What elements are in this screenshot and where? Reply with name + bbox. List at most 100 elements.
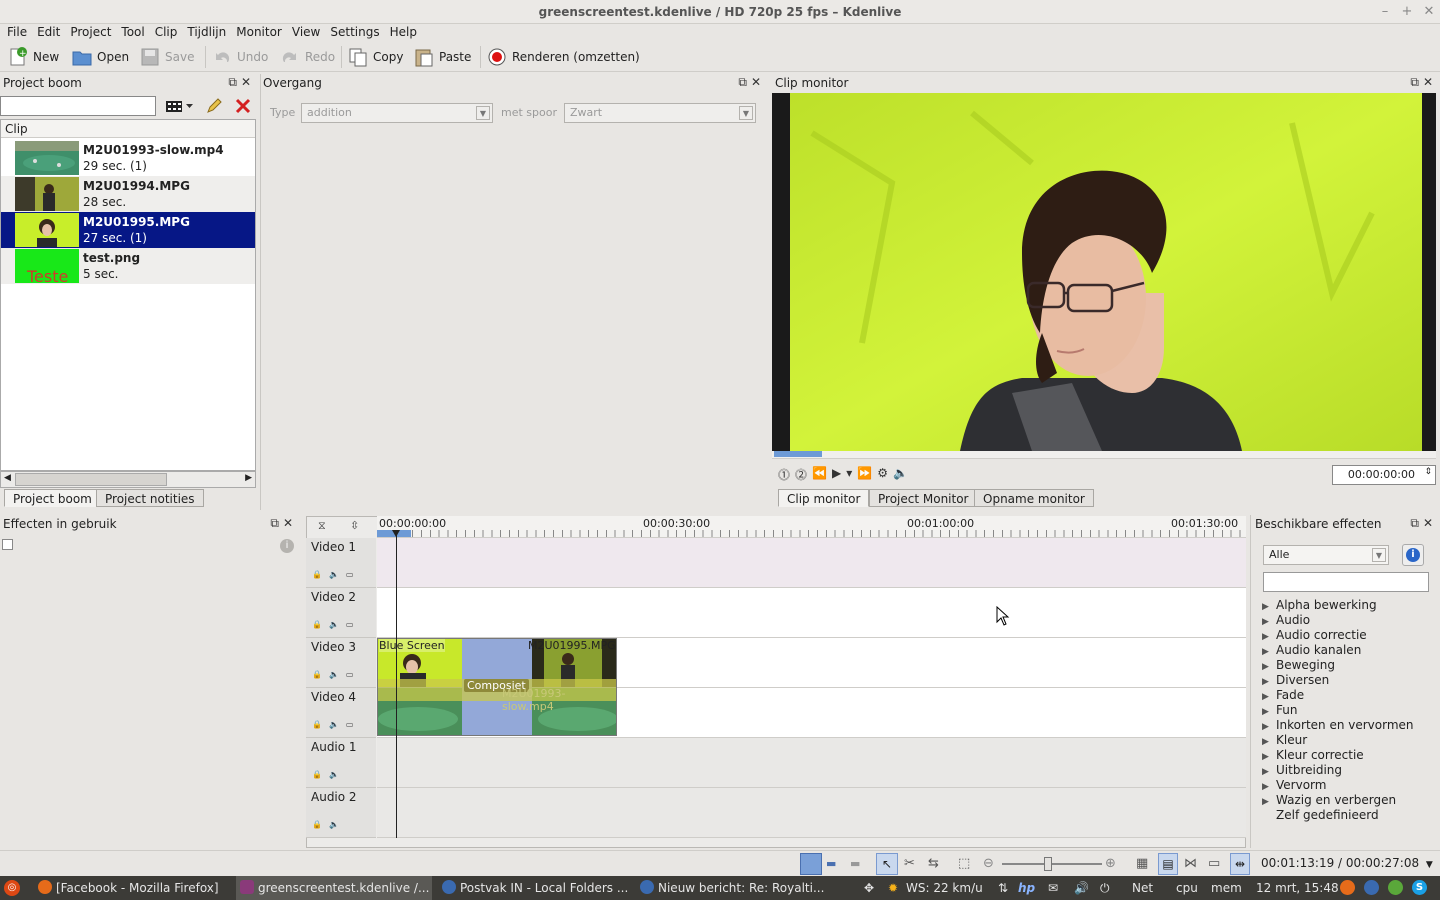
status-timecode[interactable]: 00:01:13:19 / 00:00:27:08 ▼ [1261,856,1433,870]
edit-clip-icon[interactable] [205,97,223,115]
track-header-video-4[interactable]: Video 4 🔒🔈▭ [306,688,376,738]
paste-button[interactable]: Paste [414,46,471,68]
effect-category[interactable]: ▶ Audio kanalen [1262,643,1414,658]
rewind-icon[interactable]: ⏪ [812,466,827,484]
scroll-left-icon[interactable]: ◀ [4,473,11,483]
undo-button[interactable]: Undo [212,46,268,68]
track-lock-mute-icons[interactable]: 🔒🔈 [312,770,346,779]
track-mode-insert-icon[interactable]: ▬ [850,857,860,870]
dropbox-icon[interactable]: ✥ [864,876,874,900]
menu-file[interactable]: File [2,24,32,40]
show-thumbnails-icon[interactable]: ▦ [1136,856,1148,871]
set-zone-start-icon[interactable]: ⓵ [778,466,790,484]
expand-tracks-icon[interactable]: ⇳ [350,519,359,532]
track-mode-overwrite-icon[interactable]: ▬ [826,857,836,870]
zoom-out-icon[interactable]: ⊖ [983,856,994,871]
tab-project-monitor[interactable]: Project Monitor [869,489,978,507]
menu-help[interactable]: Help [385,24,422,40]
copy-button[interactable]: Copy [348,46,403,68]
show-markers-icon[interactable]: ⋈ [1184,856,1197,871]
open-button[interactable]: Open [72,46,129,68]
tab-opname-monitor[interactable]: Opname monitor [974,489,1094,507]
transition-type-select[interactable]: addition ▼ [301,103,493,123]
snap-toggle-icon[interactable]: ⇹ [1230,853,1250,875]
mail-icon[interactable]: ✉ [1048,876,1058,900]
track-video-2[interactable] [377,588,1246,638]
volume-icon[interactable]: 🔈 [893,466,908,484]
scroll-right-icon[interactable]: ▶ [245,473,252,483]
effect-category[interactable]: ▶ Beweging [1262,658,1414,673]
track-video-1[interactable] [377,538,1246,588]
track-lock-mute-icons[interactable]: 🔒🔈 [312,820,346,829]
monitor-settings-icon[interactable]: ⚙ [877,466,888,484]
effect-info-button[interactable]: i [1402,544,1424,566]
firefox-launcher-icon[interactable] [1340,880,1355,895]
effect-search-input[interactable] [1263,572,1429,592]
effect-enable-checkbox[interactable] [2,539,13,550]
effect-category[interactable]: ▶ Inkorten en vervormen [1262,718,1414,733]
razor-tool-icon[interactable]: ✂ [904,856,915,871]
track-audio-2[interactable] [377,788,1246,838]
render-button[interactable]: Renderen (omzetten) [487,46,640,68]
taskbar-item-thunderbird[interactable]: Postvak IN - Local Folders ... [438,876,634,900]
playhead[interactable] [396,530,397,838]
effect-category[interactable]: ▶ Kleur correctie [1262,748,1414,763]
thunderbird-launcher-icon[interactable] [1364,880,1379,895]
zoom-slider[interactable] [1002,857,1102,871]
panel-float-close-icons[interactable]: ⧉✕ [1410,516,1437,531]
menu-tool[interactable]: Tool [116,24,149,40]
track-lock-mute-hide-icons[interactable]: 🔒🔈▭ [312,670,360,679]
timeline-ruler[interactable]: 00:00:00:00 00:00:30:00 00:01:00:00 00:0… [377,516,1246,538]
timecode-spin-icon[interactable]: ⇕ [1424,467,1432,477]
menu-monitor[interactable]: Monitor [231,24,287,40]
taskbar-item-firefox[interactable]: [Facebook - Mozilla Firefox] [34,876,230,900]
effect-category[interactable]: ▶ Uitbreiding [1262,763,1414,778]
tab-clip-monitor[interactable]: Clip monitor [778,489,870,507]
menu-edit[interactable]: Edit [32,24,65,40]
hp-printer-icon[interactable]: hp [1018,876,1035,900]
effect-category[interactable]: ▶ Alpha bewerking [1262,598,1414,613]
taskbar-item-kdenlive[interactable]: greenscreentest.kdenlive /... [236,876,432,900]
monitor-ruler[interactable] [772,451,1436,459]
effect-category[interactable]: ▶ Audio correctie [1262,628,1414,643]
video-preview[interactable] [772,93,1436,451]
fit-zoom-icon[interactable]: ⬚ [958,856,970,871]
close-window-button[interactable]: ✕ [1420,3,1438,21]
tree-column-header[interactable]: Clip [1,120,255,138]
effect-category[interactable]: ▶ Diversen [1262,673,1414,688]
track-lock-mute-hide-icons[interactable]: 🔒🔈▭ [312,620,360,629]
delete-clip-icon[interactable] [234,97,252,115]
clip-item[interactable]: Teste test.png 5 sec. [1,248,255,284]
save-button[interactable]: Save [140,46,194,68]
clock[interactable]: 12 mrt, 15:48 [1256,876,1339,900]
track-header-video-3[interactable]: Video 3 🔒🔈▭ [306,638,376,688]
selection-tool-icon[interactable]: ↖ [876,853,898,875]
panel-float-close-icons[interactable]: ⧉✕ [228,75,255,90]
effect-filter-select[interactable]: Alle ▼ [1263,545,1389,565]
track-header-audio-2[interactable]: Audio 2 🔒🔈 [306,788,376,838]
new-button[interactable]: + New [8,46,59,68]
weather-sun-icon[interactable]: ✹ [888,876,898,900]
menu-clip[interactable]: Clip [150,24,183,40]
transition-track-select[interactable]: Zwart ▼ [564,103,756,123]
mem-monitor[interactable]: mem [1211,876,1242,900]
track-lock-mute-hide-icons[interactable]: 🔒🔈▭ [312,720,360,729]
net-monitor[interactable]: Net [1132,876,1153,900]
scroll-thumb[interactable] [15,473,167,486]
menu-tijdlijn[interactable]: Tijdlijn [182,24,231,40]
playhead-marker-icon[interactable] [392,530,400,537]
info-icon[interactable]: i [280,539,294,553]
clip-item-selected[interactable]: M2U01995.MPG 27 sec. (1) [1,212,255,248]
snap-icon[interactable]: ▭ [1208,856,1220,871]
effect-category-custom[interactable]: Zelf gedefinieerd [1262,808,1414,823]
tab-project-boom[interactable]: Project boom [4,489,101,507]
clip-item[interactable]: M2U01993-slow.mp4 29 sec. (1) [1,140,255,176]
clip-item[interactable]: M2U01994.MPG 28 sec. [1,176,255,212]
effect-category[interactable]: ▶ Fun [1262,703,1414,718]
panel-float-close-icons[interactable]: ⧉✕ [1410,75,1437,90]
effect-category[interactable]: ▶ Audio [1262,613,1414,628]
network-updown-icon[interactable]: ⇅ [998,876,1008,900]
taskbar-item-compose[interactable]: Nieuw bericht: Re: Royalti... [636,876,832,900]
tree-horizontal-scrollbar[interactable]: ◀ ▶ [0,471,256,488]
timeline-clip-group[interactable]: Blue Screen M2U01995.MPG Composiet M2U01… [377,638,617,736]
